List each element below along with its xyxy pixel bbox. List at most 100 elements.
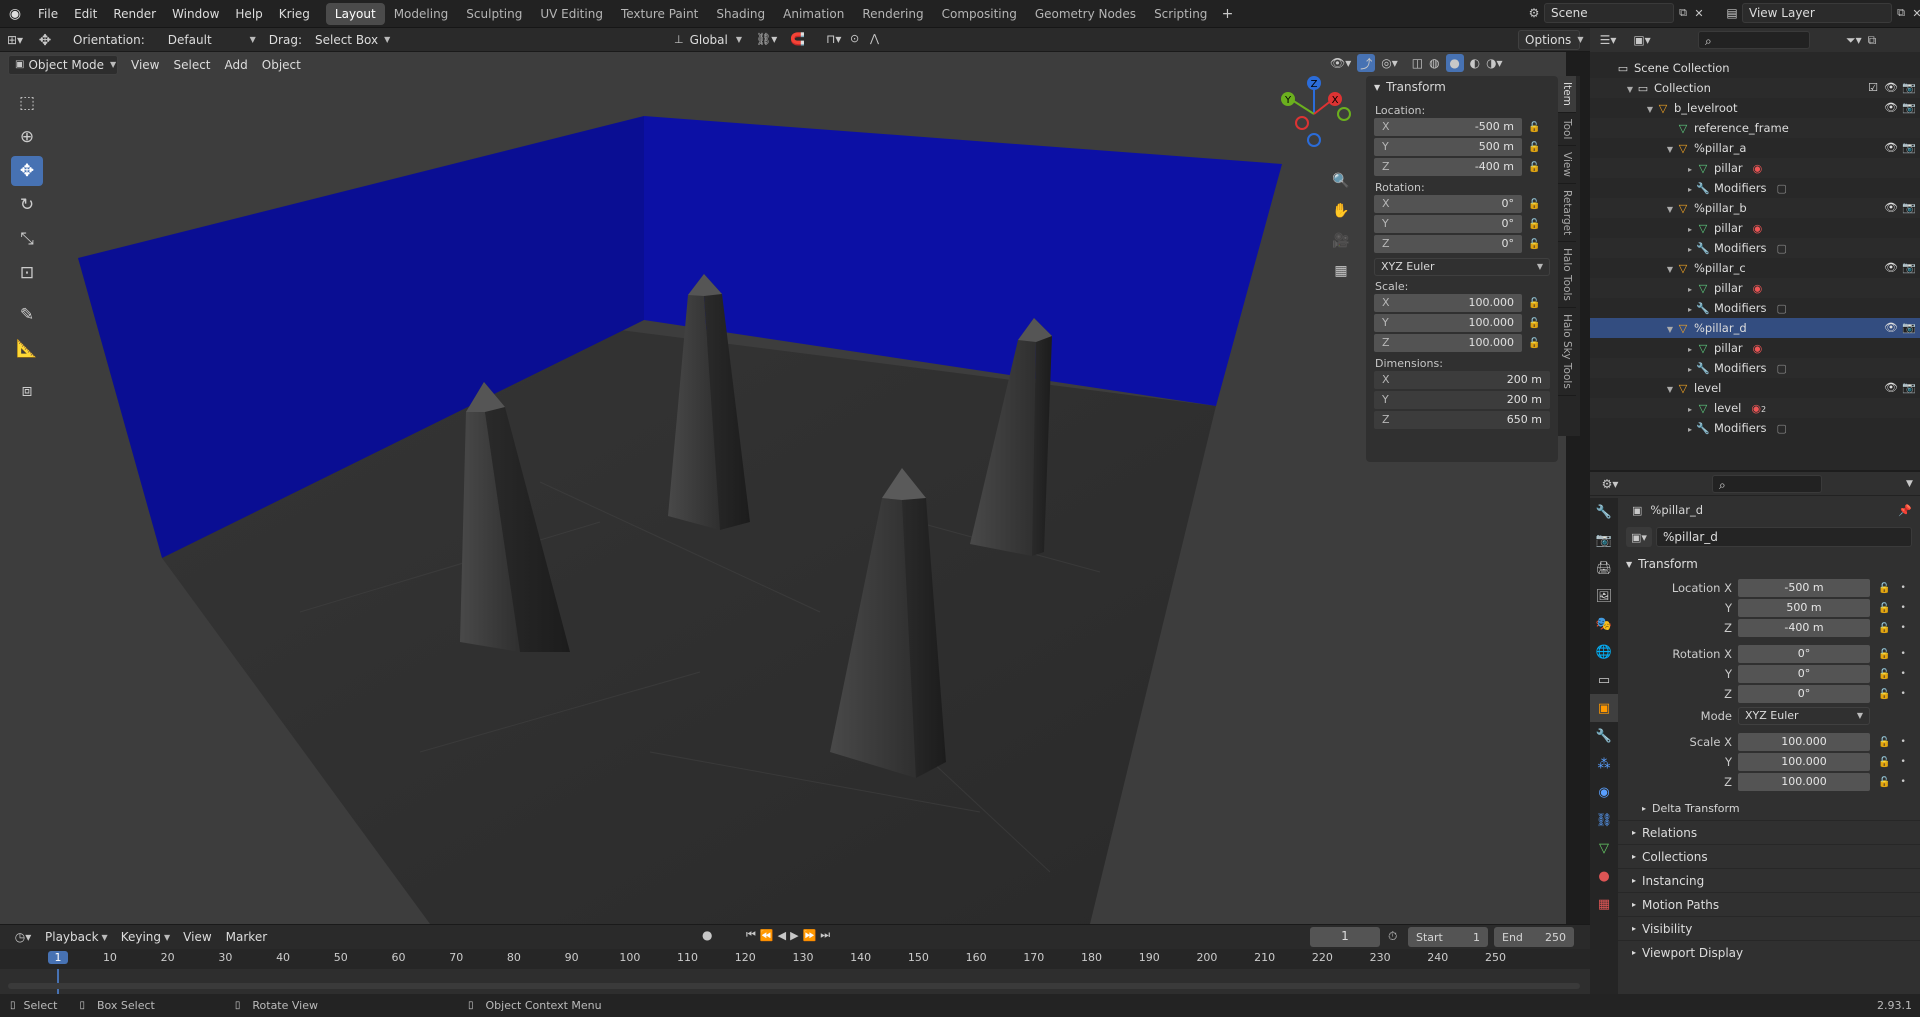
grid-icon[interactable]: ▦ xyxy=(1330,260,1352,282)
drag-dropdown[interactable]: Select Box ▼ xyxy=(309,30,395,50)
camera-render-icon[interactable]: 📷 xyxy=(1902,98,1916,118)
lock-icon[interactable]: 🔓 xyxy=(1528,122,1540,133)
scale-tool-icon[interactable]: ⤡ xyxy=(11,224,43,254)
outliner-row[interactable]: ▸ 🔧 Modifiers ▢ xyxy=(1590,418,1920,438)
camera-render-icon[interactable]: 📷 xyxy=(1902,78,1916,98)
frame-ruler[interactable]: 1 10 20 30 40 50 60 70 80 90 100 110 120 130 140 150 160… xyxy=(0,949,1590,969)
remove-view-layer-icon[interactable]: ✕ xyxy=(1910,7,1920,20)
outliner-row[interactable]: ▸ 🔧 Modifiers ▢ xyxy=(1590,358,1920,378)
play-reverse-icon[interactable]: ◀ xyxy=(778,929,786,942)
editor-type-icon[interactable]: ◷▾ xyxy=(8,930,38,944)
expand-toggle-icon[interactable]: ▼ xyxy=(1664,380,1676,400)
outliner-row[interactable]: ▼ ▽ %pillar_b 👁 📷 xyxy=(1590,198,1920,218)
mode-dropdown[interactable]: ▣ Object Mode ▼ xyxy=(8,55,118,75)
tab-geometry-nodes[interactable]: Geometry Nodes xyxy=(1026,3,1145,25)
material-tab-icon[interactable]: ● xyxy=(1590,862,1618,890)
start-frame-field[interactable]: Start 1 xyxy=(1408,927,1488,947)
location-y-keyframe-icon[interactable]: • xyxy=(1900,603,1905,613)
menu-edit[interactable]: Edit xyxy=(66,0,105,28)
timeline-menu-playback[interactable]: Playback xyxy=(38,926,106,948)
location-y-field[interactable]: Y 500 m xyxy=(1374,138,1522,156)
expand-toggle-icon[interactable]: ▼ xyxy=(1644,100,1656,120)
eye-icon[interactable]: 👁 xyxy=(1884,378,1898,398)
lock-icon[interactable]: 🔓 xyxy=(1528,199,1540,210)
location-z-lock-icon[interactable]: 🔓 xyxy=(1878,623,1890,634)
viewport-menu-view[interactable]: View xyxy=(124,54,166,76)
snap-target-icon[interactable]: ⊓▾ xyxy=(826,32,841,46)
section-relations[interactable]: ▸ Relations xyxy=(1618,820,1920,844)
location-z-field[interactable]: Z -400 m xyxy=(1374,158,1522,176)
options-dropdown[interactable]: Options ▼ xyxy=(1518,30,1583,50)
sidebar-tab-view[interactable]: View xyxy=(1558,146,1576,185)
next-keyframe-icon[interactable]: ⏩ xyxy=(803,929,817,942)
delta-transform-header[interactable]: ▸ Delta Transform xyxy=(1618,796,1920,820)
camera-render-icon[interactable]: 📷 xyxy=(1902,378,1916,398)
editor-type-icon[interactable]: ⊞▾ xyxy=(0,33,30,47)
viewport-menu-add[interactable]: Add xyxy=(218,54,255,76)
scale-x-keyframe-icon[interactable]: • xyxy=(1900,737,1905,747)
scale-z-keyframe-icon[interactable]: • xyxy=(1900,777,1905,787)
location-x-keyframe-icon[interactable]: • xyxy=(1900,583,1905,593)
stopwatch-icon[interactable]: ⏱ xyxy=(1388,929,1397,944)
section-visibility[interactable]: ▸ Visibility xyxy=(1618,916,1920,940)
add-workspace-icon[interactable]: + xyxy=(1216,3,1238,25)
rotation-z-lock-icon[interactable]: 🔓 xyxy=(1878,689,1890,700)
eye-icon[interactable]: 👁 xyxy=(1884,138,1898,158)
scale-x-lock-icon[interactable]: 🔓 xyxy=(1878,737,1890,748)
scene-field[interactable]: Scene xyxy=(1544,3,1674,23)
pivot-point-icon[interactable]: ⛓▾ xyxy=(756,32,777,46)
scale-z-field[interactable]: 100.000 xyxy=(1738,773,1870,791)
rotation-z-keyframe-icon[interactable]: • xyxy=(1900,689,1905,699)
location-y-lock-icon[interactable]: 🔓 xyxy=(1878,603,1890,614)
location-y-field[interactable]: 500 m xyxy=(1738,599,1870,617)
rendered-shading-icon[interactable]: ◑▾ xyxy=(1486,56,1503,70)
camera-icon[interactable]: 🎥 xyxy=(1330,230,1352,252)
add-cube-tool-icon[interactable]: ⧈ xyxy=(11,376,43,406)
dimensions-z-field[interactable]: Z 650 m xyxy=(1374,411,1550,429)
measure-tool-icon[interactable]: 📐 xyxy=(11,334,43,364)
scale-y-lock-icon[interactable]: 🔓 xyxy=(1878,757,1890,768)
collection-tab-icon[interactable]: ▭ xyxy=(1590,666,1618,694)
overlay-icon[interactable]: ◎▾ xyxy=(1381,56,1398,70)
location-x-field[interactable]: X -500 m xyxy=(1374,118,1522,136)
jump-start-icon[interactable]: ⏮ xyxy=(746,928,756,942)
tab-animation[interactable]: Animation xyxy=(774,3,853,25)
camera-render-icon[interactable]: 📷 xyxy=(1902,138,1916,158)
expand-toggle-icon[interactable]: ▸ xyxy=(1684,280,1696,300)
chevron-down-icon[interactable]: ▼ xyxy=(1906,479,1913,489)
location-z-keyframe-icon[interactable]: • xyxy=(1900,623,1905,633)
transform-orientation-dropdown[interactable]: ⊥ Global ▼ xyxy=(668,30,748,50)
camera-render-icon[interactable]: 📷 xyxy=(1902,258,1916,278)
rotation-y-lock-icon[interactable]: 🔓 xyxy=(1878,669,1890,680)
record-icon[interactable]: ● xyxy=(702,928,712,942)
prev-keyframe-icon[interactable]: ⏪ xyxy=(760,929,774,942)
expand-toggle-icon[interactable]: ▸ xyxy=(1684,160,1696,180)
timeline-scrollbar[interactable] xyxy=(8,983,1580,989)
rotation-x-field[interactable]: X 0° xyxy=(1374,195,1522,213)
view-layer-field[interactable]: View Layer xyxy=(1742,3,1892,23)
rotation-mode-dropdown[interactable]: XYZ Euler ▼ xyxy=(1374,258,1550,276)
camera-render-icon[interactable]: 📷 xyxy=(1902,318,1916,338)
eye-icon[interactable]: 👁 xyxy=(1884,198,1898,218)
blender-logo-icon[interactable]: ◉ xyxy=(0,0,30,28)
navigation-gizmo[interactable]: Z Y X xyxy=(1274,74,1354,154)
output-tab-icon[interactable]: 🖨 xyxy=(1590,554,1618,582)
scale-z-field[interactable]: Z 100.000 xyxy=(1374,334,1522,352)
orientation-dropdown[interactable]: Default ▼ xyxy=(162,30,262,50)
section-viewport-display[interactable]: ▸ Viewport Display xyxy=(1618,940,1920,964)
expand-toggle-icon[interactable]: ▸ xyxy=(1684,400,1696,420)
rotation-z-field[interactable]: Z 0° xyxy=(1374,235,1522,253)
tab-modeling[interactable]: Modeling xyxy=(385,3,458,25)
object-tab-icon[interactable]: ▣ xyxy=(1590,694,1618,722)
rotation-y-field[interactable]: Y 0° xyxy=(1374,215,1522,233)
sidebar-tab-item[interactable]: Item xyxy=(1558,76,1576,113)
tool-tab-icon[interactable]: 🔧 xyxy=(1590,498,1618,526)
expand-toggle-icon[interactable]: ▸ xyxy=(1684,360,1696,380)
tab-shading[interactable]: Shading xyxy=(707,3,774,25)
rotation-x-field[interactable]: 0° xyxy=(1738,645,1870,663)
scene-tab-icon[interactable]: 🎭 xyxy=(1590,610,1618,638)
lock-icon[interactable]: 🔓 xyxy=(1528,318,1540,329)
outliner-row[interactable]: ▼ ▽ %pillar_a 👁 📷 xyxy=(1590,138,1920,158)
location-x-lock-icon[interactable]: 🔓 xyxy=(1878,583,1890,594)
expand-toggle-icon[interactable]: ▸ xyxy=(1684,240,1696,260)
